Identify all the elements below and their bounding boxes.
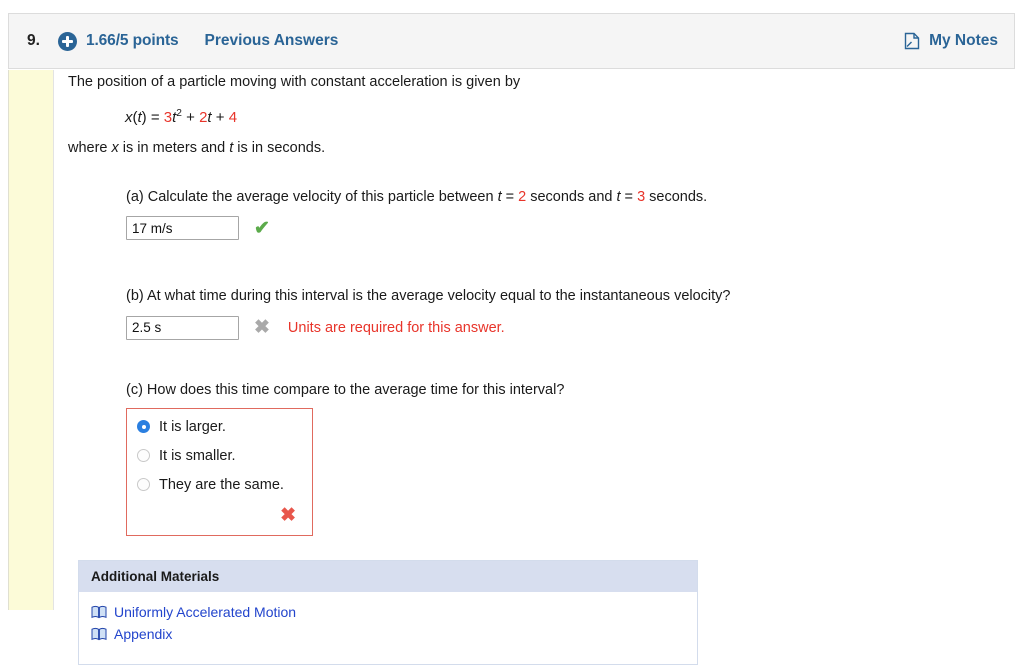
question-number: 9. <box>27 32 40 49</box>
radio-option-larger[interactable]: It is larger. <box>137 419 302 435</box>
part-b-question: (b) At what time during this interval is… <box>126 288 731 305</box>
part-a-eq1: = <box>501 189 519 206</box>
radio-option-label: It is smaller. <box>159 447 236 464</box>
where-suffix: is in seconds. <box>233 140 326 157</box>
note-page-icon <box>904 32 920 50</box>
equation-plus2: + <box>211 109 229 127</box>
part-a-answer-row: ✔ <box>126 216 1014 241</box>
question-header-bar: 9. 1.66/5 points Previous Answers My Not… <box>8 13 1015 69</box>
part-a-mid: seconds and <box>526 189 617 206</box>
points-label: 1.66/5 points <box>85 32 179 49</box>
problem-where-clause: where x is in meters and t is in seconds… <box>68 140 1014 156</box>
material-link-uniformly-accelerated-motion[interactable]: Uniformly Accelerated Motion <box>91 604 685 620</box>
my-notes-button[interactable]: My Notes <box>904 32 998 50</box>
plus-circle-icon[interactable] <box>57 31 77 51</box>
book-icon <box>91 605 107 619</box>
equation-coef1: 3 <box>163 109 173 127</box>
part-b-answer-row: ✖ Units are required for this answer. <box>126 315 1014 340</box>
additional-materials-list: Uniformly Accelerated Motion Appendix <box>79 592 697 664</box>
material-link-label: Appendix <box>114 625 173 642</box>
part-a-label: (a) Calculate the average velocity of th… <box>126 189 498 206</box>
problem-intro: The position of a particle moving with c… <box>68 74 521 90</box>
part-a-question: (a) Calculate the average velocity of th… <box>126 187 1014 207</box>
radio-button-icon[interactable] <box>137 478 150 492</box>
additional-materials-title: Additional Materials <box>79 560 697 592</box>
part-c-radio-group: It is larger. It is smaller. They are th… <box>126 407 313 536</box>
additional-materials-panel: Additional Materials Uniformly Accelerat… <box>78 559 698 665</box>
equation-constant: 4 <box>228 109 238 127</box>
part-a-t-value1: 2 <box>518 189 527 206</box>
part-c-question: (c) How does this time compare to the av… <box>126 381 565 398</box>
question-content: The position of a particle moving with c… <box>68 72 1014 665</box>
radio-option-label: They are the same. <box>159 476 284 493</box>
part-a-correct-icon: ✔ <box>254 217 270 239</box>
where-mid: is in meters and <box>118 140 230 157</box>
my-notes-label: My Notes <box>929 32 998 49</box>
part-a-answer-input[interactable] <box>126 216 239 241</box>
position-equation: x(t) = 3t2 + 2t + 4 <box>125 108 1014 127</box>
equation-lhs-x: x <box>125 109 133 127</box>
where-prefix: where <box>68 140 112 157</box>
part-b-answer-input[interactable] <box>126 315 239 340</box>
material-link-appendix[interactable]: Appendix <box>91 626 685 642</box>
part-c: (c) How does this time compare to the av… <box>126 380 1014 536</box>
part-b-error-message: Units are required for this answer. <box>287 319 505 336</box>
part-a: (a) Calculate the average velocity of th… <box>126 187 1014 241</box>
part-b: (b) At what time during this interval is… <box>126 286 1014 340</box>
book-icon <box>91 627 107 641</box>
where-var-x: x <box>111 140 119 157</box>
part-a-t-value2: 3 <box>637 189 646 206</box>
radio-button-icon[interactable] <box>137 449 150 463</box>
radio-option-label: It is larger. <box>159 418 226 435</box>
left-gutter-strip <box>8 70 54 610</box>
material-link-label: Uniformly Accelerated Motion <box>114 603 297 620</box>
radio-option-same[interactable]: They are the same. <box>137 477 302 493</box>
part-a-tail: seconds. <box>645 189 708 206</box>
radio-option-smaller[interactable]: It is smaller. <box>137 448 302 464</box>
equation-plus1: + <box>181 109 200 127</box>
part-a-eq2: = <box>620 189 638 206</box>
part-c-incorrect-icon: ✖ <box>280 504 296 526</box>
previous-answers-link[interactable]: Previous Answers <box>205 32 339 50</box>
radio-button-icon[interactable] <box>137 420 150 434</box>
equation-equals: = <box>146 109 164 127</box>
part-b-incorrect-icon: ✖ <box>254 317 270 339</box>
